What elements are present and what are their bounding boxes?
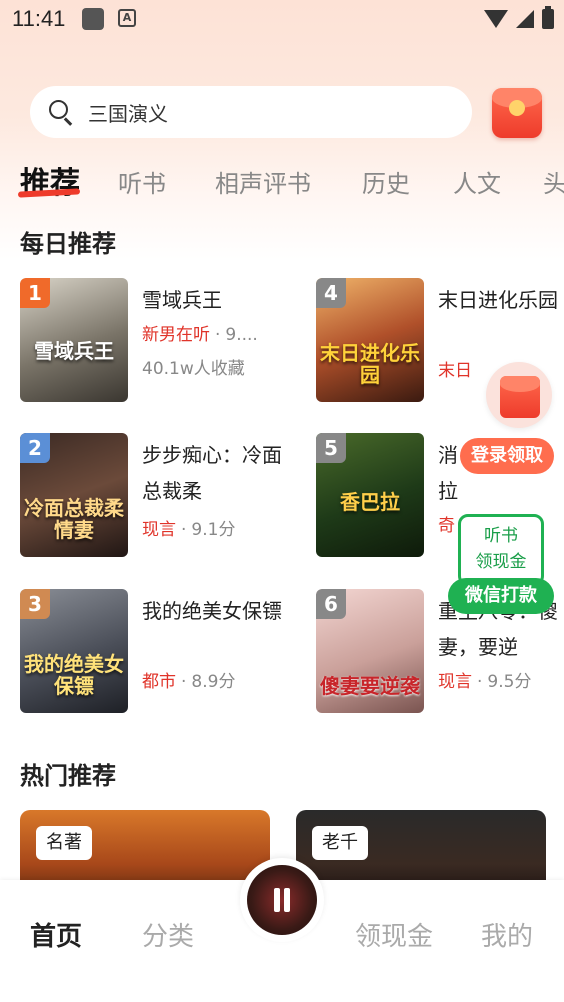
- book-item-3[interactable]: 我的绝美女保镖 3 我的绝美女保镖 都市 · 8.9分: [20, 589, 290, 715]
- nav-mine[interactable]: 我的: [481, 916, 533, 953]
- search-input[interactable]: 三国演义: [30, 86, 472, 138]
- book-category: 奇: [438, 516, 455, 536]
- red-packet-button[interactable]: [492, 88, 542, 138]
- status-icons: [484, 6, 554, 32]
- signal-icon: [516, 10, 534, 28]
- book-title: 末日进化乐园: [438, 288, 558, 312]
- search-icon: [48, 99, 74, 126]
- book-score: 9.1分: [191, 520, 236, 540]
- cover-title: 雪域兵王: [34, 339, 114, 363]
- book-cover: 香巴拉 5: [316, 433, 424, 557]
- red-packet-coin: [509, 100, 525, 116]
- book-meta: 现言 · 9.5分: [438, 672, 532, 692]
- book-score: 8.9分: [191, 672, 236, 692]
- book-cover: 傻妻要逆袭 6: [316, 589, 424, 713]
- book-cover: 雪域兵王 1: [20, 278, 128, 402]
- listen-cash-card[interactable]: 听书 领现金: [458, 514, 544, 586]
- daily-section-title: 每日推荐: [20, 230, 116, 258]
- book-cover: 冷面总裁柔情妻 2: [20, 433, 128, 557]
- pause-icon: [271, 888, 293, 912]
- category-tabs: 推荐 听书 相声评书 历史 人文 头: [0, 158, 564, 208]
- status-bar: 11:41 A: [0, 0, 564, 38]
- book-item-2[interactable]: 冷面总裁柔情妻 2 步步痴心：冷面总裁柔 现言 · 9.1分: [20, 433, 290, 559]
- status-time: 11:41: [12, 6, 66, 31]
- rank-badge: 3: [20, 589, 50, 619]
- notification-square-icon: [82, 8, 104, 30]
- cover-title: 香巴拉: [340, 490, 400, 514]
- tab-history[interactable]: 历史: [362, 164, 410, 199]
- book-score: 9....: [225, 325, 258, 345]
- rank-badge: 6: [316, 589, 346, 619]
- nav-category[interactable]: 分类: [142, 916, 194, 953]
- floating-red-packet[interactable]: [486, 362, 552, 428]
- wifi-icon: [484, 10, 508, 28]
- book-title: 我的绝美女保镖: [142, 599, 282, 623]
- book-title: 步步痴心：冷面总裁柔: [142, 443, 282, 503]
- nav-home[interactable]: 首页: [30, 916, 82, 953]
- book-category: 新男在听: [142, 325, 210, 345]
- hot-section-title: 热门推荐: [20, 762, 116, 790]
- cover-title: 冷面总裁柔情妻: [24, 496, 124, 542]
- rank-badge: 4: [316, 278, 346, 308]
- listen-cash-line2: 领现金: [475, 552, 527, 572]
- book-meta: 奇: [438, 511, 455, 536]
- cover-title: 傻妻要逆袭: [320, 674, 420, 698]
- cover-title: 我的绝美女保镖: [24, 652, 124, 698]
- book-category: 末日: [438, 361, 472, 381]
- book-meta: 末日: [438, 356, 472, 381]
- hot-card-tag: 名著: [36, 826, 92, 860]
- search-placeholder: 三国演义: [88, 101, 168, 126]
- book-category: 现言: [142, 520, 176, 540]
- book-item-1[interactable]: 雪域兵王 1 雪域兵王 新男在听 · 9.... 40.1w人收藏: [20, 278, 290, 404]
- login-claim-button[interactable]: 登录领取: [460, 438, 554, 474]
- book-cover: 末日进化乐园 4: [316, 278, 424, 402]
- book-category: 都市: [142, 672, 176, 692]
- rank-badge: 5: [316, 433, 346, 463]
- book-score: 9.5分: [487, 672, 532, 692]
- book-cover: 我的绝美女保镖 3: [20, 589, 128, 713]
- bottom-nav: 首页 分类 领现金 我的: [0, 858, 564, 1002]
- tab-humanities[interactable]: 人文: [453, 164, 501, 199]
- book-meta: 现言 · 9.1分: [142, 520, 236, 540]
- book-meta: 新男在听 · 9....: [142, 325, 258, 345]
- tab-headline[interactable]: 头: [543, 164, 564, 199]
- battery-icon: [542, 6, 554, 29]
- tab-crosstalk[interactable]: 相声评书: [215, 164, 311, 199]
- hot-card-tag: 老千: [312, 826, 368, 860]
- rank-badge: 1: [20, 278, 50, 308]
- nav-cash[interactable]: 领现金: [355, 916, 433, 953]
- red-envelope-icon: [500, 376, 540, 418]
- book-meta: 都市 · 8.9分: [142, 672, 236, 692]
- tab-audiobook[interactable]: 听书: [118, 164, 166, 199]
- notification-a-icon: A: [118, 9, 136, 27]
- book-title: 雪域兵王: [142, 288, 222, 312]
- now-playing-button[interactable]: [240, 858, 324, 942]
- listen-cash-line1: 听书: [484, 526, 518, 546]
- wechat-payout-button[interactable]: 微信打款: [448, 578, 554, 614]
- book-category: 现言: [438, 672, 472, 692]
- cover-title: 末日进化乐园: [320, 341, 420, 387]
- book-favorites: 40.1w人收藏: [142, 359, 245, 379]
- rank-badge: 2: [20, 433, 50, 463]
